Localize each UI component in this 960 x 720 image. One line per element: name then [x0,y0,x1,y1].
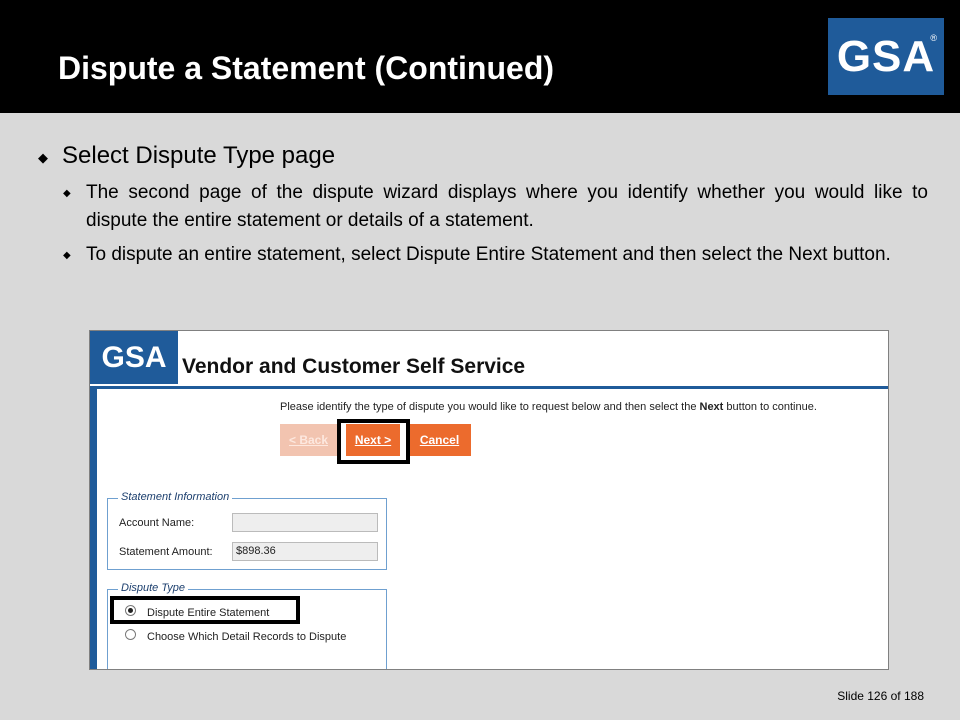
vcss-logo-text: GSA [101,340,167,374]
choose-detail-label[interactable]: Choose Which Detail Records to Dispute [147,631,346,643]
bullet-sub-2-text: To dispute an entire statement, select D… [86,244,891,265]
vcss-screenshot: GSA Vendor and Customer Self Service Ple… [89,330,889,670]
instruction-pre: Please identify the type of dispute you … [280,401,700,413]
gsa-logo-text: GSA [836,31,936,81]
bullet-sub-2: ◆ To dispute an entire statement, select… [38,241,928,269]
header-divider [90,386,888,389]
title-bar: Dispute a Statement (Continued) GSA ® [0,0,960,113]
statement-amount-field[interactable]: $898.36 [232,542,378,561]
bullet-main: ◆ Select Dispute Type page [38,142,928,170]
diamond-bullet-icon: ◆ [38,150,48,165]
statement-information-group: Statement Information Account Name: Stat… [107,491,387,570]
slide-title: Dispute a Statement (Continued) [58,50,555,86]
dispute-type-legend: Dispute Type [118,582,188,594]
registered-mark: ® [930,33,937,43]
back-button[interactable]: < Back [280,424,337,456]
slide-footer: Slide 126 of 188 [837,689,924,703]
diamond-bullet-icon: ◆ [63,188,71,199]
vcss-gsa-logo: GSA [90,331,178,384]
choose-detail-radio[interactable] [125,629,136,640]
diamond-bullet-icon: ◆ [63,250,71,261]
instruction-bold: Next [699,401,724,413]
gsa-logo: GSA ® [828,18,944,95]
bullet-main-text: Select Dispute Type page [62,142,336,169]
next-button-highlight [337,419,410,464]
account-name-label: Account Name: [119,517,195,529]
vcss-header: GSA Vendor and Customer Self Service [90,331,888,384]
dispute-entire-highlight [110,596,300,624]
bullet-sub-1: ◆ The second page of the dispute wizard … [38,179,928,235]
statement-amount-label: Statement Amount: [119,546,213,558]
vcss-app-title: Vendor and Customer Self Service [182,355,526,378]
cancel-button[interactable]: Cancel [408,424,471,456]
left-accent-bar [90,386,97,669]
statement-info-legend: Statement Information [118,491,233,503]
account-name-field[interactable] [232,513,378,532]
bullet-sub-1-text: The second page of the dispute wizard di… [86,182,928,231]
instruction-text: Please identify the type of dispute you … [280,401,817,413]
instruction-post: button to continue. [723,401,817,413]
slide-total: of 188 [890,689,924,703]
slide-number: Slide 126 [837,689,888,703]
bullet-list: ◆ Select Dispute Type page ◆ The second … [38,142,928,275]
